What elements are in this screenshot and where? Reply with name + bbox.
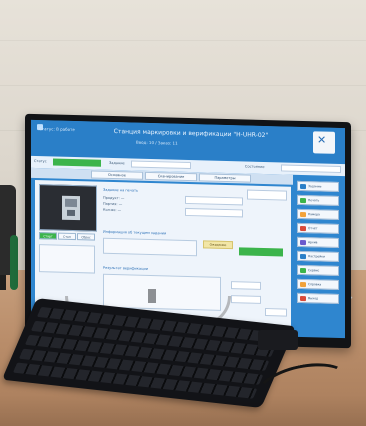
camera-preview [39,184,97,232]
sidebar-button-label: Справка [308,282,322,287]
sidebar-button-task[interactable]: Задание [297,180,339,192]
sidebar-button-settings[interactable]: Настройки [297,250,339,262]
status-ok-indicator [239,247,283,257]
task-info-panel [103,237,197,257]
wrench-icon [300,267,306,274]
exit-icon [300,295,306,302]
info-line-quantity: Кол-во: — [103,207,122,213]
state-field[interactable] [281,164,341,174]
sidebar-button-print[interactable]: Печать [297,194,339,206]
camera-icon [300,211,306,218]
sidebar-button-help[interactable]: Справка [297,278,339,290]
wall-texture-line [0,85,366,86]
right-sidebar: Задание Печать Камера Отчёт Архив Настро… [297,180,341,336]
sidebar-button-label: Печать [308,198,320,203]
task-icon [300,183,306,190]
info-field-3[interactable] [247,189,287,201]
sidebar-button-report[interactable]: Отчёт [297,222,339,234]
camera-code-area [67,209,75,217]
camera-label-area [65,198,77,208]
tab-scanning[interactable]: Сканирование [145,171,197,182]
app-subtitle: Ввод: 10 / Заказ: 11 [136,139,178,146]
sidebar-button-camera[interactable]: Камера [297,208,339,220]
state-label: Состояние [245,164,265,170]
bottom-shadow [0,395,366,426]
sidebar-button-service[interactable]: Сервис [297,264,339,276]
section-title-print: Задание на печать [103,187,139,193]
sidebar-button-label: Выход [308,296,319,301]
wall-texture-line [0,40,366,41]
info-line-batch: Партия: — [103,201,123,207]
verification-field-2[interactable] [231,295,261,304]
logo-icon: ✕ [317,133,327,147]
app-title: Станция маркировки и верификации "Н-UHR-… [113,128,269,140]
left-info-panel [39,244,95,274]
report-icon [300,225,306,232]
info-line-product: Продукт: — [103,195,125,201]
sidebar-button-label: Сервис [308,268,320,273]
sidebar-button-exit[interactable]: Выход [297,292,339,304]
desk-device [258,330,298,350]
sidebar-button-label: Отчёт [308,226,318,231]
sidebar-button-label: Настройки [308,254,325,259]
tab-parameters[interactable]: Параметры [199,173,251,183]
gear-icon [300,253,306,260]
archive-icon [300,239,306,246]
cable-green [10,235,18,290]
task-label: Задание [109,160,125,166]
sidebar-button-label: Архив [308,240,318,245]
info-field-2[interactable] [185,207,243,218]
sidebar-button-label: Камера [308,212,320,217]
camera-stop-button[interactable]: Стоп [58,232,76,241]
info-field-1[interactable] [185,195,243,206]
status-indicator-green [53,158,101,167]
task-field[interactable] [131,160,191,170]
photo: Статус: В работе Станция маркировки и ве… [0,0,366,426]
section-title-current-task: Информация об текущем задании [103,229,167,236]
sidebar-button-archive[interactable]: Архив [297,236,339,248]
verification-field-1[interactable] [231,281,261,290]
camera-reset-button[interactable]: Сброс [77,233,95,241]
print-icon [300,197,306,204]
header-status: Статус: В работе [39,126,75,133]
help-icon [300,281,306,288]
status-waiting-badge: Ожидание [203,240,233,250]
verification-field-3[interactable] [265,308,287,317]
company-logo: ✕ [313,131,335,154]
status-label: Статус [34,158,47,164]
sidebar-button-label: Задание [308,184,322,189]
tab-main[interactable]: Основное [91,170,143,180]
section-title-verification: Результат верификации [103,265,149,271]
camera-start-button[interactable]: Старт [39,232,57,240]
